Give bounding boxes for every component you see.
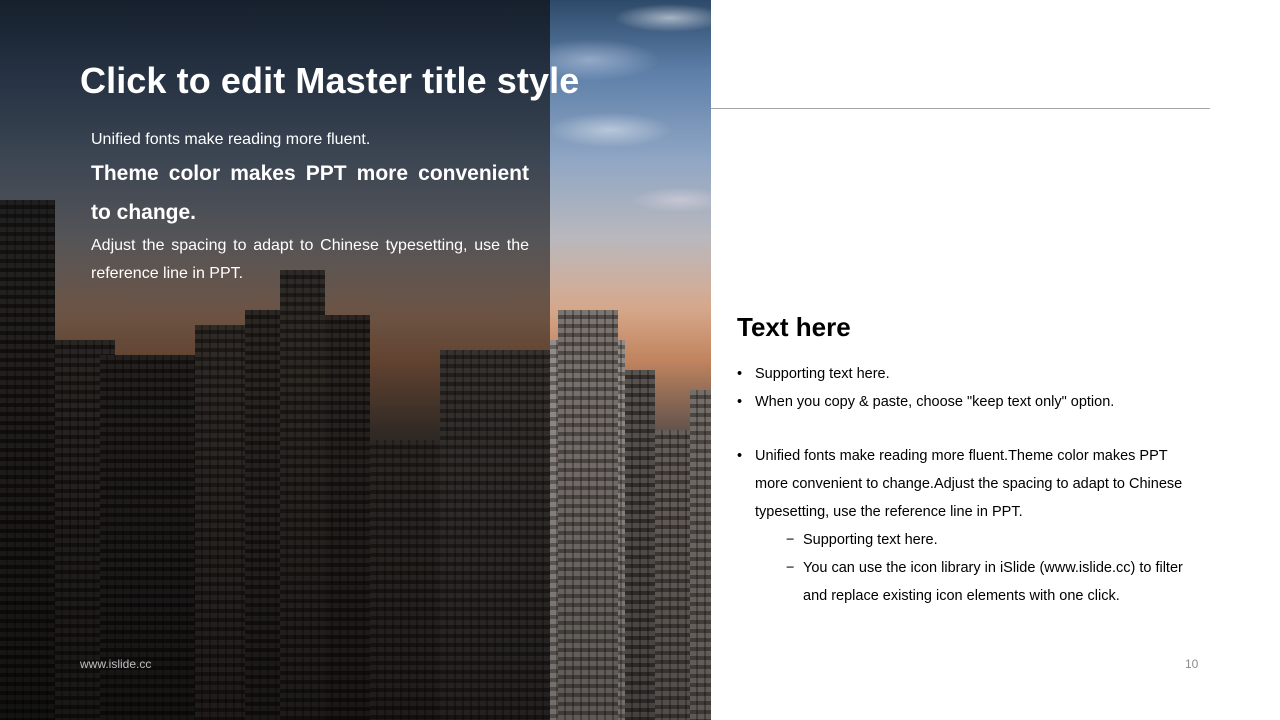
bullet-glyph: • — [737, 448, 743, 464]
left-body-text[interactable]: Unified fonts make reading more fluent. … — [91, 126, 529, 288]
bullet-text: When you copy & paste, choose "keep text… — [755, 394, 1115, 410]
sub-bullet-text: You can use the icon library in iSlide (… — [803, 560, 1183, 604]
bullet-glyph: • — [737, 394, 743, 410]
bullet-item: • When you copy & paste, choose "keep te… — [737, 388, 1197, 416]
body-line-fonts: Unified fonts make reading more fluent. — [91, 131, 371, 148]
bullet-text: Unified fonts make reading more fluent.T… — [755, 448, 1183, 520]
body-line-spacing: Adjust the spacing to adapt to Chinese t… — [91, 237, 529, 282]
footer-website: www.islide.cc — [80, 657, 152, 671]
title-divider-line — [711, 108, 1210, 109]
body-line-theme-color: Theme color makes PPT more convenient to… — [91, 162, 529, 224]
content-bullet-list[interactable]: • Supporting text here. • When you copy … — [737, 360, 1197, 610]
dash-glyph: − — [786, 532, 795, 548]
bullet-item: • Supporting text here. — [737, 360, 1197, 388]
sub-bullet-item: − Supporting text here. — [737, 526, 1197, 554]
bullet-glyph: • — [737, 366, 743, 382]
sub-bullet-text: Supporting text here. — [803, 532, 938, 548]
dash-glyph: − — [786, 560, 795, 576]
page-number: 10 — [1185, 657, 1199, 671]
content-heading[interactable]: Text here — [737, 312, 851, 343]
bullet-text: Supporting text here. — [755, 366, 890, 382]
bullet-item: • Unified fonts make reading more fluent… — [737, 442, 1197, 526]
slide-title[interactable]: Click to edit Master title style — [80, 60, 579, 102]
overlay-gradient — [0, 0, 550, 720]
sub-bullet-item: − You can use the icon library in iSlide… — [737, 554, 1197, 610]
